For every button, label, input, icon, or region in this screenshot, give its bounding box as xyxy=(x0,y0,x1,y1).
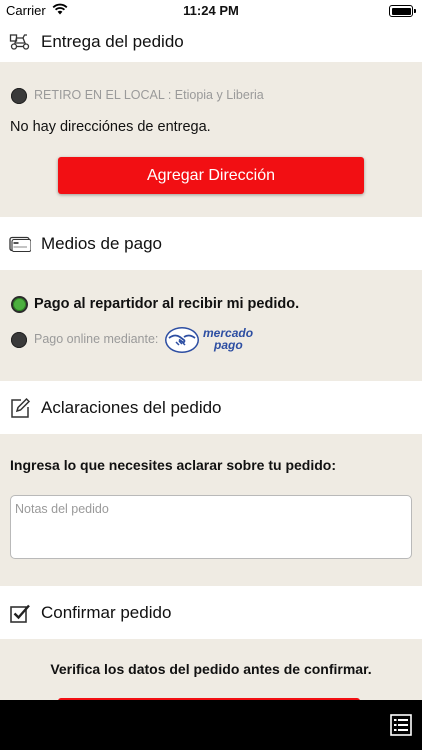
status-bar: Carrier 11:24 PM xyxy=(0,0,422,22)
delivery-section-header: Entrega del pedido xyxy=(0,22,422,62)
cash-payment-radio[interactable] xyxy=(13,298,26,311)
notes-prompt: Ingresa lo que necesites aclarar sobre t… xyxy=(10,457,336,473)
payment-title: Medios de pago xyxy=(41,233,162,253)
edit-pencil-icon xyxy=(9,397,31,419)
handshake-icon xyxy=(165,327,199,353)
payment-section-header: Medios de pago xyxy=(0,217,422,270)
clock: 11:24 PM xyxy=(183,3,239,18)
notes-section-header: Aclaraciones del pedido xyxy=(0,381,422,434)
online-payment-radio[interactable] xyxy=(11,332,27,348)
order-list-icon[interactable] xyxy=(390,714,412,736)
online-payment-label[interactable]: Pago online mediante: xyxy=(34,332,158,346)
add-address-button[interactable]: Agregar Dirección xyxy=(58,157,364,194)
notes-title: Aclaraciones del pedido xyxy=(41,397,222,417)
pickup-option-label[interactable]: RETIRO EN EL LOCAL : Etiopia y Liberia xyxy=(34,88,264,102)
mercado-pago-logo: mercado pago xyxy=(164,325,260,355)
bottom-toolbar xyxy=(0,700,422,750)
pago-logo-text: pago xyxy=(214,338,243,352)
cash-payment-label[interactable]: Pago al repartidor al recibir mi pedido. xyxy=(34,296,299,312)
checkbox-checked-icon xyxy=(9,602,31,624)
credit-card-icon xyxy=(9,233,31,255)
pickup-radio[interactable] xyxy=(11,88,27,104)
notes-placeholder: Notas del pedido xyxy=(15,502,109,516)
no-address-text: No hay direcciónes de entrega. xyxy=(10,119,211,135)
verify-text: Verifica los datos del pedido antes de c… xyxy=(50,661,372,677)
battery-icon xyxy=(389,5,416,17)
confirm-title: Confirmar pedido xyxy=(41,602,172,622)
delivery-title: Entrega del pedido xyxy=(41,32,184,51)
delivery-scooter-icon xyxy=(9,31,31,53)
confirm-section-header: Confirmar pedido xyxy=(0,586,422,639)
order-notes-textarea[interactable]: Notas del pedido xyxy=(10,495,412,559)
